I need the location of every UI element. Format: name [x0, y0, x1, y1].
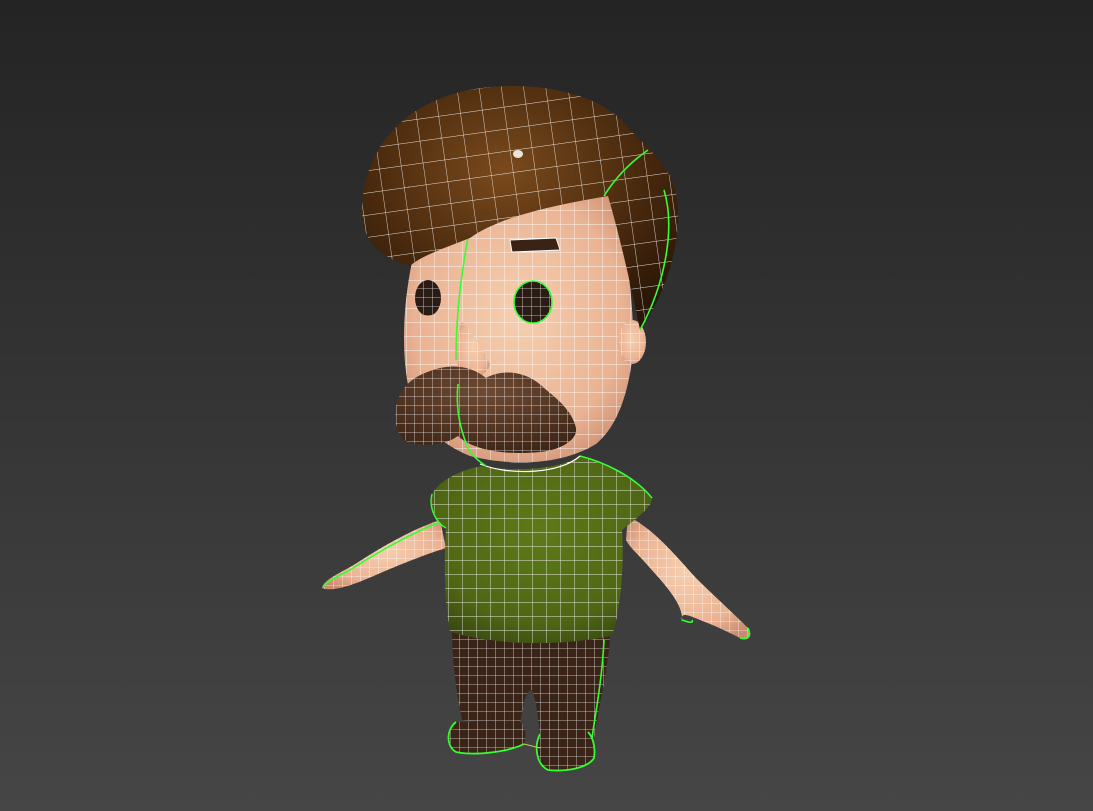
left-eye: [415, 280, 441, 316]
right-arm: [626, 516, 751, 640]
eyebrow: [509, 237, 561, 253]
3d-viewport[interactable]: [0, 0, 1093, 811]
shirt: [430, 455, 653, 644]
right-eye: [513, 280, 553, 324]
left-arm: [322, 520, 446, 590]
character-model[interactable]: [0, 0, 1093, 811]
